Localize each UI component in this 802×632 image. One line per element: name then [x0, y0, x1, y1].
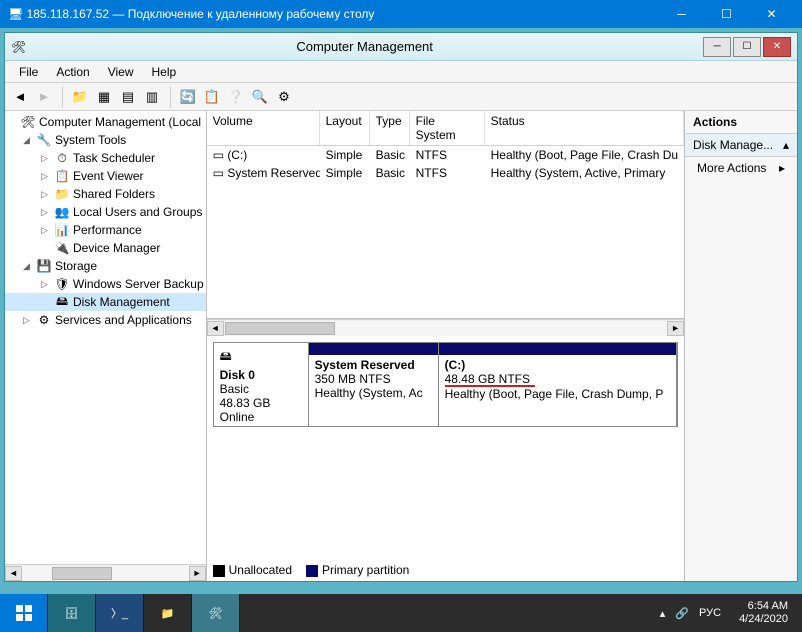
more-button[interactable]: ⚙ — [273, 86, 295, 108]
rdp-maximize-button[interactable]: ☐ — [704, 0, 749, 28]
rdp-titlebar: 🖥 185.118.167.52 — Подключение к удаленн… — [0, 0, 802, 28]
chevron-right-icon: ▸ — [779, 161, 785, 175]
separator — [165, 86, 171, 108]
tree-root[interactable]: 🛠Computer Management (Local — [5, 113, 206, 131]
taskbar-explorer[interactable]: 📁 — [144, 594, 192, 632]
volume-icon: ▭ — [213, 148, 224, 162]
col-type[interactable]: Type — [370, 111, 410, 145]
col-volume[interactable]: Volume — [207, 111, 320, 145]
rdp-icon: 🖥 — [8, 7, 23, 21]
actions-section[interactable]: Disk Manage... ▴ — [685, 134, 797, 157]
rdp-minimize-button[interactable]: ─ — [659, 0, 704, 28]
disk-graphical-view: 🖴 Disk 0 Basic 48.83 GB Online System Re… — [207, 336, 684, 581]
toolbar: ◄ ► 📁 ▦ ▤ ▥ 🔄 📋 ❔ 🔍 ⚙ — [5, 83, 797, 111]
mmc-icon: 🛠 — [11, 40, 26, 54]
volume-icon: ▭ — [213, 166, 224, 180]
tray-chevron-icon[interactable]: ▴ — [660, 607, 666, 620]
disk-label[interactable]: 🖴 Disk 0 Basic 48.83 GB Online — [214, 343, 309, 426]
rdp-title: 185.118.167.52 — Подключение к удаленном… — [27, 7, 659, 21]
desktop: 🛠 Computer Management ─ ☐ ✕ File Action … — [0, 28, 802, 594]
collapse-icon: ▴ — [783, 138, 789, 152]
taskbar: 🗄 〉_ 📁 🛠 ▴ 🔗 РУС 6:54 AM 4/24/2020 — [0, 594, 802, 632]
volume-list: Volume Layout Type File System Status ▭ … — [207, 111, 684, 319]
mmc-title: Computer Management — [26, 39, 703, 54]
back-button[interactable]: ◄ — [9, 86, 31, 108]
start-button[interactable] — [0, 594, 48, 632]
actions-more[interactable]: More Actions ▸ — [685, 157, 797, 179]
view-settings-button[interactable]: ▥ — [141, 86, 163, 108]
view-top-button[interactable]: ▦ — [93, 86, 115, 108]
legend: Unallocated Primary partition — [213, 563, 410, 577]
volume-header-row: Volume Layout Type File System Status — [207, 111, 684, 146]
minimize-button[interactable]: ─ — [703, 37, 731, 57]
partition-header — [439, 343, 676, 355]
menu-view[interactable]: View — [100, 63, 142, 81]
col-filesystem[interactable]: File System — [410, 111, 485, 145]
show-hide-tree-button[interactable]: 📁 — [69, 86, 91, 108]
tray-clock[interactable]: 6:54 AM 4/24/2020 — [731, 600, 796, 626]
actions-header: Actions — [685, 111, 797, 134]
maximize-button[interactable]: ☐ — [733, 37, 761, 57]
tree-local-users[interactable]: ▷👥Local Users and Groups — [5, 203, 206, 221]
center-panel: Volume Layout Type File System Status ▭ … — [207, 111, 685, 581]
separator — [57, 86, 63, 108]
menubar: File Action View Help — [5, 61, 797, 83]
taskbar-computer-management[interactable]: 🛠 — [192, 594, 240, 632]
close-button[interactable]: ✕ — [763, 37, 791, 57]
menu-file[interactable]: File — [11, 63, 46, 81]
tree-panel: 🛠Computer Management (Local ◢🔧System Too… — [5, 111, 207, 581]
tree-hscrollbar[interactable]: ◄ ► — [5, 564, 206, 581]
action-button[interactable]: 🔍 — [249, 86, 271, 108]
tree-shared-folders[interactable]: ▷📁Shared Folders — [5, 185, 206, 203]
disk-icon: 🖴 — [220, 349, 232, 363]
system-tray: ▴ 🔗 РУС 6:54 AM 4/24/2020 — [654, 594, 802, 632]
legend-unallocated-swatch — [213, 565, 225, 577]
scroll-right-button[interactable]: ► — [667, 321, 684, 336]
refresh-button[interactable]: 🔄 — [177, 86, 199, 108]
tree-task-scheduler[interactable]: ▷⏱Task Scheduler — [5, 149, 206, 167]
rdp-close-button[interactable]: ✕ — [749, 0, 794, 28]
tree-event-viewer[interactable]: ▷📋Event Viewer — [5, 167, 206, 185]
mmc-titlebar[interactable]: 🛠 Computer Management ─ ☐ ✕ — [5, 33, 797, 61]
forward-button[interactable]: ► — [33, 86, 55, 108]
help-button[interactable]: ❔ — [225, 86, 247, 108]
volume-row[interactable]: ▭ (C:) Simple Basic NTFS Healthy (Boot, … — [207, 146, 684, 164]
tray-lang[interactable]: РУС — [699, 607, 721, 619]
tree-disk-management[interactable]: 🖴Disk Management — [5, 293, 206, 311]
volume-row[interactable]: ▭ System Reserved Simple Basic NTFS Heal… — [207, 164, 684, 182]
tree-performance[interactable]: ▷📊Performance — [5, 221, 206, 239]
menu-help[interactable]: Help — [144, 63, 185, 81]
taskbar-server-manager[interactable]: 🗄 — [48, 594, 96, 632]
tree-system-tools[interactable]: ◢🔧System Tools — [5, 131, 206, 149]
view-bottom-button[interactable]: ▤ — [117, 86, 139, 108]
tree-services[interactable]: ▷⚙Services and Applications — [5, 311, 206, 329]
legend-primary-swatch — [306, 565, 318, 577]
tray-network-icon[interactable]: 🔗 — [675, 607, 689, 620]
tree-wsb[interactable]: ▷🛡Windows Server Backup — [5, 275, 206, 293]
disk-row[interactable]: 🖴 Disk 0 Basic 48.83 GB Online System Re… — [213, 342, 678, 427]
scroll-left-button[interactable]: ◄ — [207, 321, 224, 336]
scroll-right-button[interactable]: ► — [189, 566, 206, 581]
actions-panel: Actions Disk Manage... ▴ More Actions ▸ — [685, 111, 797, 581]
taskbar-spacer — [240, 594, 654, 632]
scroll-left-button[interactable]: ◄ — [5, 566, 22, 581]
mmc-window: 🛠 Computer Management ─ ☐ ✕ File Action … — [4, 32, 798, 582]
partition-system-reserved[interactable]: System Reserved 350 MB NTFS Healthy (Sys… — [309, 343, 439, 426]
partition-header — [309, 343, 438, 355]
col-layout[interactable]: Layout — [320, 111, 370, 145]
volume-hscrollbar[interactable]: ◄ ► — [207, 319, 684, 336]
taskbar-powershell[interactable]: 〉_ — [96, 594, 144, 632]
col-status[interactable]: Status — [485, 111, 684, 145]
tree-device-manager[interactable]: 🔌Device Manager — [5, 239, 206, 257]
properties-button[interactable]: 📋 — [201, 86, 223, 108]
partition-c[interactable]: (C:) 48.48 GB NTFS Healthy (Boot, Page F… — [439, 343, 677, 426]
menu-action[interactable]: Action — [48, 63, 97, 81]
tree-storage[interactable]: ◢💾Storage — [5, 257, 206, 275]
